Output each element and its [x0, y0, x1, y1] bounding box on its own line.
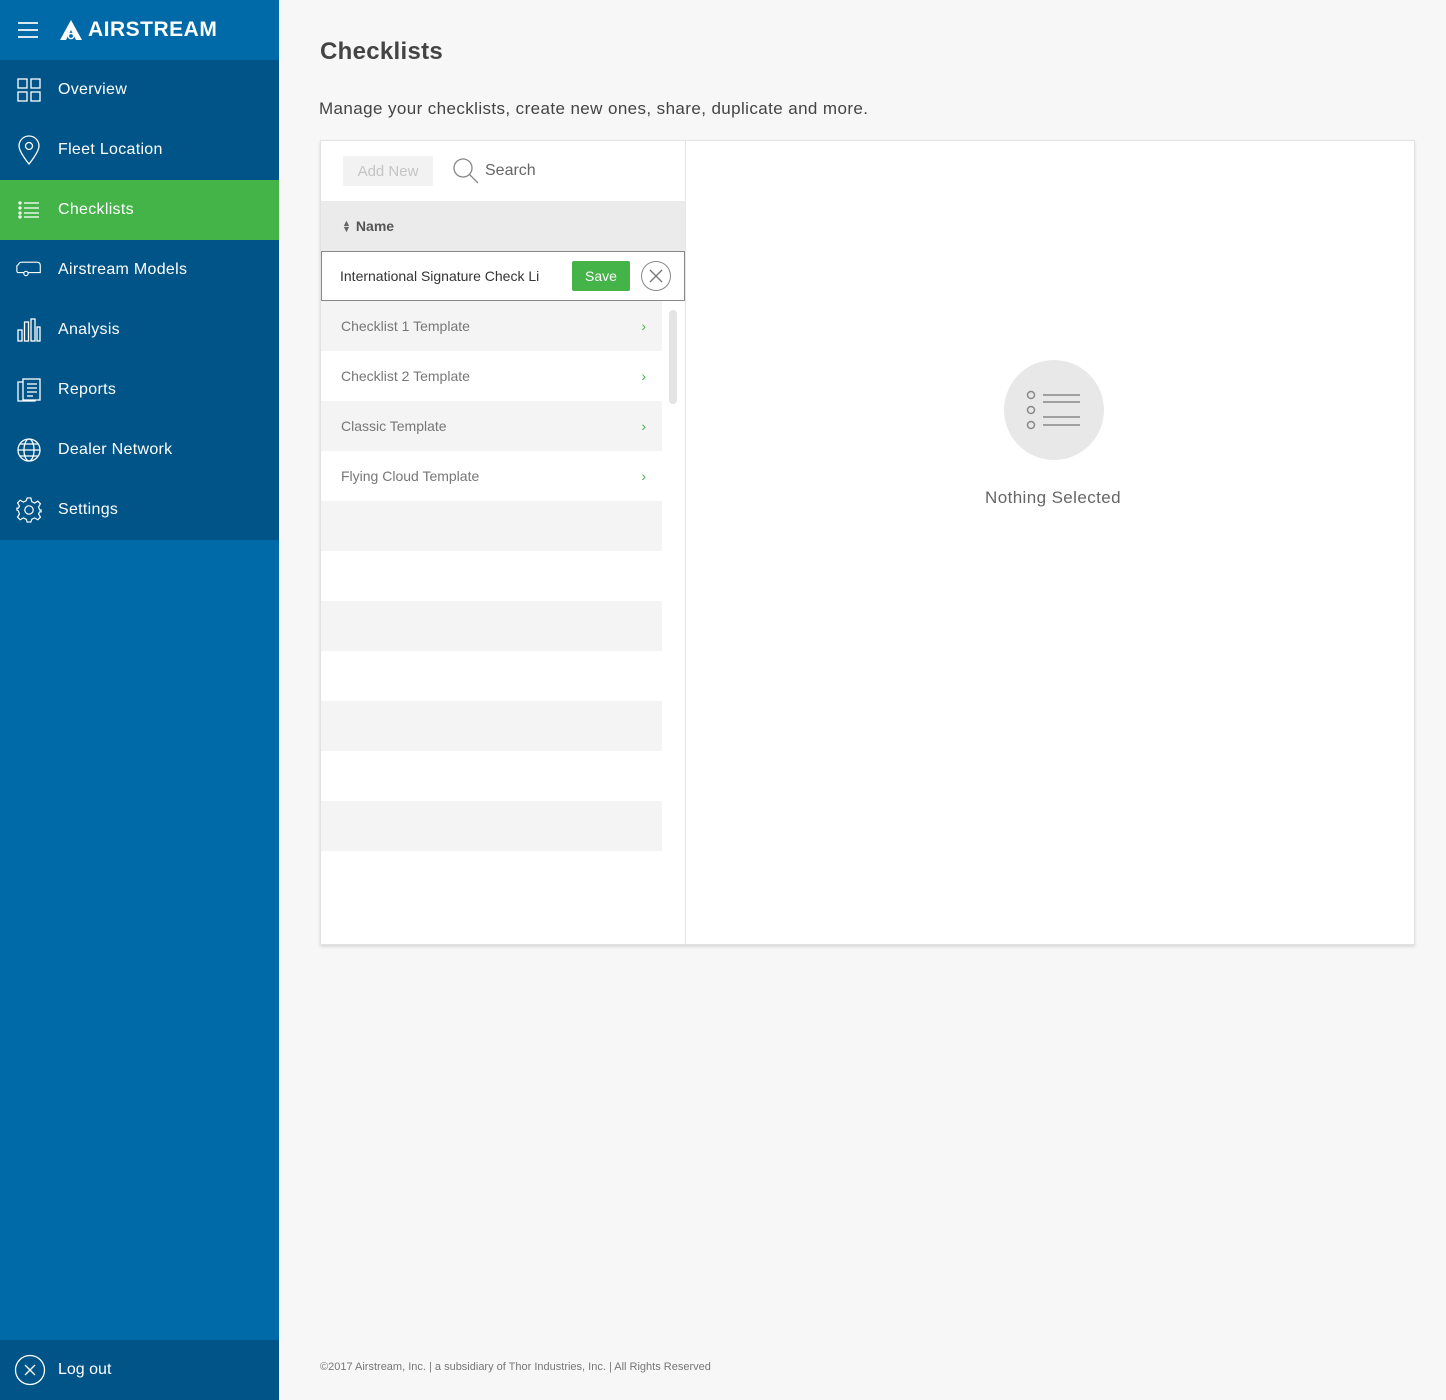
logout-label: Log out: [58, 1361, 112, 1378]
sidebar-item-airstream-models[interactable]: Airstream Models: [0, 240, 279, 300]
airstream-logo-icon: [60, 20, 82, 40]
list-item[interactable]: Checklist 1 Template ›: [321, 301, 662, 351]
chevron-right-icon: ›: [641, 318, 646, 334]
sidebar-item-label: Checklists: [58, 201, 134, 218]
sidebar-nav: Overview Fleet Location Checklists Airst…: [0, 60, 279, 540]
name-column-header[interactable]: ▲ ▼ Name: [321, 201, 685, 251]
sidebar-item-label: Airstream Models: [58, 261, 188, 278]
reports-icon: [16, 377, 42, 403]
checklist-list-pane: Add New ▲▼ Name Save Checklist 1 T: [321, 141, 686, 944]
trailer-icon: [16, 257, 42, 283]
list-item[interactable]: Classic Template ›: [321, 401, 662, 451]
sidebar-item-overview[interactable]: Overview: [0, 60, 279, 120]
sidebar-item-analysis[interactable]: Analysis: [0, 300, 279, 360]
checklist-detail-pane: Nothing Selected: [686, 141, 1414, 944]
list-icon: [16, 197, 42, 223]
add-new-button[interactable]: Add New: [343, 156, 433, 186]
map-pin-icon: [16, 135, 42, 165]
sidebar-item-dealer-network[interactable]: Dealer Network: [0, 420, 279, 480]
close-icon: [649, 269, 663, 283]
sidebar-item-settings[interactable]: Settings: [0, 480, 279, 540]
sidebar-item-label: Fleet Location: [58, 141, 163, 158]
empty-list-icon: [1004, 360, 1104, 460]
hamburger-menu-icon[interactable]: [18, 22, 38, 38]
empty-row: [321, 501, 662, 551]
grid-icon: [16, 77, 42, 103]
checklist-list: Checklist 1 Template › Checklist 2 Templ…: [321, 301, 662, 851]
empty-row: [321, 751, 662, 801]
gear-icon: [16, 497, 42, 523]
empty-row: [321, 551, 662, 601]
empty-row: [321, 701, 662, 751]
list-item[interactable]: Flying Cloud Template ›: [321, 451, 662, 501]
globe-icon: [16, 437, 42, 463]
page-title: Checklists: [320, 38, 444, 65]
sidebar-item-fleet-location[interactable]: Fleet Location: [0, 120, 279, 180]
chevron-right-icon: ›: [641, 418, 646, 434]
search-icon: [453, 158, 479, 184]
search-box: [453, 158, 625, 184]
logout-button[interactable]: Log out: [0, 1340, 279, 1400]
empty-row: [321, 651, 662, 701]
sidebar-item-label: Dealer Network: [58, 441, 173, 458]
list-item-label: Flying Cloud Template: [341, 468, 480, 484]
brand-logo[interactable]: AIRSTREAM: [58, 18, 217, 42]
main-content: Checklists Manage your checklists, creat…: [279, 0, 1446, 1400]
chevron-right-icon: ›: [641, 368, 646, 384]
list-item-label: Checklist 1 Template: [341, 318, 470, 334]
list-item-label: Classic Template: [341, 418, 447, 434]
brand-name: AIRSTREAM: [88, 18, 218, 41]
sidebar: AIRSTREAM Overview Fleet Location Checkl…: [0, 0, 279, 1400]
sidebar-item-checklists[interactable]: Checklists: [0, 180, 279, 240]
empty-row: [321, 801, 662, 851]
sidebar-header: AIRSTREAM: [0, 0, 279, 60]
bar-chart-icon: [16, 317, 42, 343]
list-toolbar: Add New: [321, 141, 685, 201]
empty-row: [321, 601, 662, 651]
checklists-panel: Add New ▲▼ Name Save Checklist 1 T: [320, 140, 1415, 945]
search-input[interactable]: [485, 162, 625, 180]
sidebar-item-reports[interactable]: Reports: [0, 360, 279, 420]
sidebar-item-label: Analysis: [58, 321, 120, 338]
footer: ©2017 Airstream, Inc. | a subsidiary of …: [320, 1361, 711, 1373]
list-item[interactable]: Checklist 2 Template ›: [321, 351, 662, 401]
chevron-right-icon: ›: [641, 468, 646, 484]
close-circle-icon: [14, 1354, 46, 1386]
sort-icon: ▲ ▼: [342, 218, 351, 234]
list-item-label: Checklist 2 Template: [341, 368, 470, 384]
column-header-label: Name: [355, 218, 395, 234]
nothing-selected-text: Nothing Selected: [985, 488, 1121, 507]
sidebar-item-label: Overview: [58, 81, 128, 98]
checklist-name-input[interactable]: [340, 268, 554, 284]
sidebar-item-label: Reports: [58, 381, 117, 398]
page-subtitle: Manage your checklists, create new ones,…: [319, 99, 869, 118]
save-button[interactable]: Save: [572, 261, 630, 291]
new-checklist-edit-row: Save: [321, 251, 685, 301]
cancel-button[interactable]: [641, 261, 671, 291]
sidebar-item-label: Settings: [58, 501, 119, 518]
list-scrollbar[interactable]: [669, 310, 677, 404]
